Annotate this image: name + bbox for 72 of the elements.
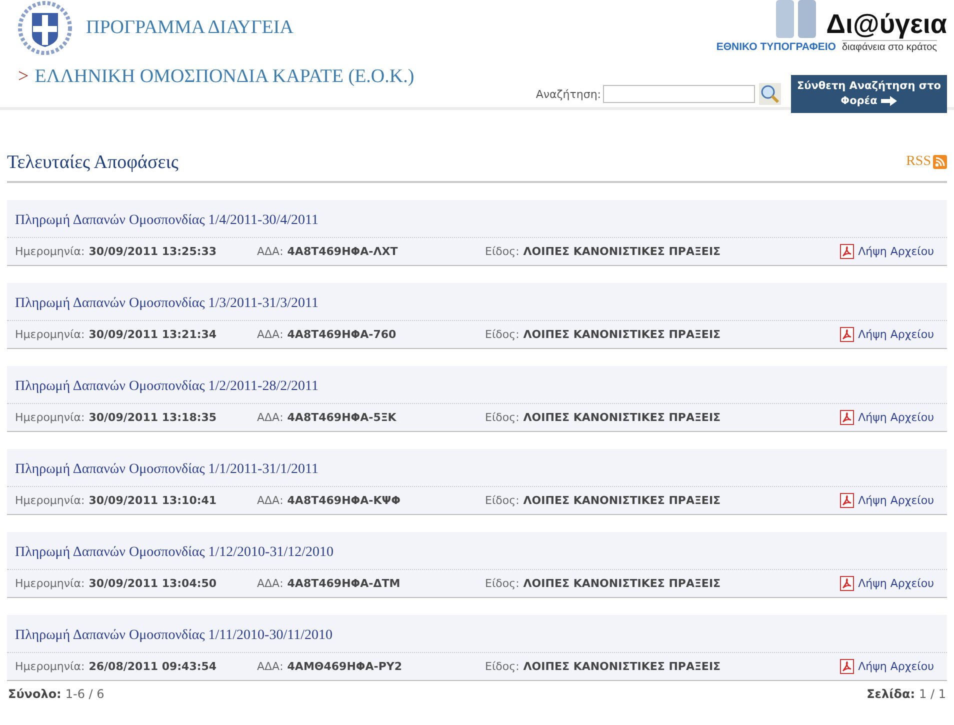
download-link[interactable]: Λήψη Αρχείου — [840, 659, 934, 674]
ada-value: 4ΑΜΘ469ΗΦΑ-ΡΥ2 — [287, 660, 402, 673]
download-link[interactable]: Λήψη Αρχείου — [840, 493, 934, 508]
date-value: 30/09/2011 13:18:35 — [88, 411, 217, 424]
ada-value: 4Α8Τ469ΗΦΑ-5ΞΚ — [287, 411, 396, 424]
decision-title[interactable]: Πληρωμή Δαπανών Ομοσπονδίας 1/11/2010-30/11/2010 — [15, 628, 332, 643]
decision-title[interactable]: Πληρωμή Δαπανών Ομοσπονδίας 1/3/2011-31/3/2011 — [15, 296, 318, 311]
page-label: Σελίδα: — [866, 687, 916, 701]
pdf-icon — [840, 410, 854, 425]
search-field[interactable] — [603, 85, 755, 103]
date-label: Ημερομηνία: — [15, 660, 85, 673]
decision-title[interactable]: Πληρωμή Δαπανών Ομοσπονδίας 1/12/2010-31/12/2010 — [15, 545, 334, 560]
search-button[interactable] — [759, 83, 781, 105]
type-value: ΛΟΙΠΕΣ ΚΑΝΟΝΙΣΤΙΚΕΣ ΠΡΑΞΕΙΣ — [523, 494, 721, 507]
type-value: ΛΟΙΠΕΣ ΚΑΝΟΝΙΣΤΙΚΕΣ ΠΡΑΞΕΙΣ — [523, 577, 721, 590]
ada-label: ΑΔΑ: — [257, 245, 284, 258]
date-value: 30/09/2011 13:10:41 — [88, 494, 217, 507]
date-label: Ημερομηνία: — [15, 494, 85, 507]
total-value: 1-6 / 6 — [65, 687, 104, 701]
arrow-icon — [881, 96, 898, 106]
ada-label: ΑΔΑ: — [257, 577, 284, 590]
ada-value: 4Α8Τ469ΗΦΑ-ΔΤΜ — [287, 577, 400, 590]
page-value: 1 / 1 — [919, 687, 946, 701]
date-label: Ημερομηνία: — [15, 577, 85, 590]
type-label: Είδος: — [485, 245, 520, 258]
date-label: Ημερομηνία: — [15, 245, 85, 258]
type-label: Είδος: — [485, 328, 520, 341]
type-label: Είδος: — [485, 494, 520, 507]
type-label: Είδος: — [485, 411, 520, 424]
type-label: Είδος: — [485, 577, 520, 590]
ada-label: ΑΔΑ: — [257, 494, 284, 507]
date-value: 30/09/2011 13:25:33 — [88, 245, 217, 258]
publisher-name: ΕΘΝΙΚΟ ΤΥΠΟΓΡΑΦΕΙΟ — [716, 41, 836, 53]
pdf-icon — [840, 659, 854, 674]
download-link[interactable]: Λήψη Αρχείου — [840, 410, 934, 425]
pdf-icon — [840, 327, 854, 342]
ada-value: 4Α8Τ469ΗΦΑ-ΛΧΤ — [287, 245, 398, 258]
date-value: 30/09/2011 13:04:50 — [88, 577, 217, 590]
decision-title[interactable]: Πληρωμή Δαπανών Ομοσπονδίας 1/4/2011-30/4/2011 — [15, 213, 318, 228]
emblem-icon — [18, 1, 72, 55]
organization-name[interactable]: ΕΛΛΗΝΙΚΗ ΟΜΟΣΠΟΝΔΙΑ ΚΑΡΑΤΕ (Ε.Ο.Κ.) — [34, 66, 414, 88]
type-value: ΛΟΙΠΕΣ ΚΑΝΟΝΙΣΤΙΚΕΣ ΠΡΑΞΕΙΣ — [523, 245, 721, 258]
section-title: Τελευταίες Αποφάσεις — [7, 152, 178, 174]
pdf-icon — [840, 576, 854, 591]
type-value: ΛΟΙΠΕΣ ΚΑΝΟΝΙΣΤΙΚΕΣ ΠΡΑΞΕΙΣ — [523, 328, 721, 341]
logo-name: Δι@ύγεια — [826, 8, 947, 40]
breadcrumb-marker: > — [18, 66, 29, 88]
download-link[interactable]: Λήψη Αρχείου — [840, 244, 934, 259]
type-value: ΛΟΙΠΕΣ ΚΑΝΟΝΙΣΤΙΚΕΣ ΠΡΑΞΕΙΣ — [523, 660, 721, 673]
type-label: Είδος: — [485, 660, 520, 673]
ada-label: ΑΔΑ: — [257, 660, 284, 673]
date-label: Ημερομηνία: — [15, 328, 85, 341]
logo-slogan: διαφάνεια στο κράτος — [842, 40, 937, 53]
search-label: Αναζήτηση: — [536, 88, 601, 100]
rss-icon — [933, 155, 947, 169]
pdf-icon — [840, 244, 854, 259]
decision-title[interactable]: Πληρωμή Δαπανών Ομοσπονδίας 1/2/2011-28/2/2011 — [15, 379, 318, 394]
type-value: ΛΟΙΠΕΣ ΚΑΝΟΝΙΣΤΙΚΕΣ ΠΡΑΞΕΙΣ — [523, 411, 721, 424]
date-label: Ημερομηνία: — [15, 411, 85, 424]
ada-value: 4Α8Τ469ΗΦΑ-760 — [287, 328, 396, 341]
download-link[interactable]: Λήψη Αρχείου — [840, 576, 934, 591]
date-value: 30/09/2011 13:21:34 — [88, 328, 217, 341]
pdf-icon — [840, 493, 854, 508]
decision-title[interactable]: Πληρωμή Δαπανών Ομοσπονδίας 1/1/2011-31/1/2011 — [15, 462, 318, 477]
date-value: 26/08/2011 09:43:54 — [88, 660, 217, 673]
download-link[interactable]: Λήψη Αρχείου — [840, 327, 934, 342]
advanced-search-button[interactable]: Σύνθετη Αναζήτηση στο Φορέα — [791, 75, 947, 113]
ada-label: ΑΔΑ: — [257, 328, 284, 341]
ada-label: ΑΔΑ: — [257, 411, 284, 424]
ada-value: 4Α8Τ469ΗΦΑ-ΚΨΦ — [287, 494, 400, 507]
site-title: ΠΡΟΓΡΑΜΜΑ ΔΙΑΥΓΕΙΑ — [86, 17, 294, 39]
total-label: Σύνολο: — [8, 687, 62, 701]
